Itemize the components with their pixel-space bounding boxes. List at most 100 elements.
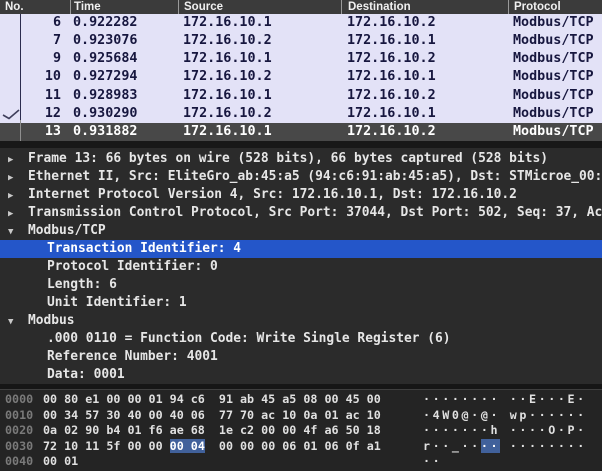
hex-offset: 0000 — [5, 392, 34, 406]
cell-protocol: Modbus/TCP — [513, 69, 594, 85]
detail-text: Transaction Identifier: 4 — [47, 241, 242, 256]
packet-list-header: No. Time Source Destination Protocol — [0, 0, 602, 14]
pane-divider[interactable] — [0, 141, 602, 148]
cell-time: 0.930290 — [73, 105, 138, 121]
cell-destination: 172.16.10.2 — [347, 51, 436, 67]
cell-source: 172.16.10.1 — [183, 123, 272, 139]
detail-text: Length: 6 — [47, 277, 117, 292]
check-mark-icon — [2, 109, 20, 120]
hex-ascii-seg: ·······h ····O·P· — [423, 423, 587, 438]
hex-offset: 0040 — [5, 454, 34, 469]
detail-text: Modbus/TCP — [28, 223, 106, 238]
cell-time: 0.931882 — [73, 123, 138, 139]
packet-row[interactable]: 11 0.928983 172.16.10.1 172.16.10.2 Modbus/T… — [0, 87, 602, 105]
detail-text: Internet Protocol Version 4, Src: 172.16… — [28, 187, 517, 202]
detail-text: Reference Number: 4001 — [47, 349, 218, 364]
hex-row[interactable]: 0040 00 01 ·· — [0, 454, 602, 470]
detail-row[interactable]: Unit Identifier: 1 — [0, 294, 602, 312]
cell-time: 0.928983 — [73, 87, 138, 103]
hex-ascii-seg: ········ — [500, 438, 587, 453]
detail-text: Protocol Identifier: 0 — [47, 259, 218, 274]
cell-time: 0.923076 — [73, 33, 138, 49]
detail-text: Frame 13: 66 bytes on wire (528 bits), 6… — [28, 151, 548, 166]
hex-ascii: ·· — [423, 454, 442, 470]
hex-row[interactable]: 0020 0a 02 90 b4 01 f6 ae 68 1e c2 00 00 … — [0, 423, 602, 439]
hex-row[interactable]: 0000 00 80 e1 00 00 01 94 c6 91 ab 45 a5 … — [0, 392, 602, 408]
detail-row[interactable]: Transaction Identifier: 4 — [0, 240, 602, 258]
cell-destination: 172.16.10.2 — [347, 15, 436, 30]
cell-no: 13 — [44, 123, 61, 139]
expand-collapsed-icon[interactable]: ▶ — [8, 169, 28, 187]
packet-row[interactable]: 9 0.925684 172.16.10.1 172.16.10.2 Modbus/TC… — [0, 50, 602, 68]
cell-time: 0.925684 — [73, 51, 138, 67]
expand-collapsed-icon[interactable]: ▶ — [8, 151, 28, 169]
hex-bytes: 00 80 e1 00 00 01 94 c6 91 ab 45 a5 08 0… — [43, 392, 423, 408]
expand-expanded-icon[interactable]: ▼ — [8, 313, 28, 331]
expand-expanded-icon[interactable]: ▼ — [8, 223, 28, 241]
detail-text: Transmission Control Protocol, Src Port:… — [28, 205, 602, 220]
hex-ascii-seg: r··_·· — [423, 438, 481, 453]
packet-row[interactable]: 13 0.931882 172.16.10.1 172.16.10.2 Modbus/T… — [0, 122, 602, 141]
hex-ascii-selected: ·· — [480, 438, 501, 453]
expand-collapsed-icon[interactable]: ▶ — [8, 187, 28, 205]
cell-destination: 172.16.10.2 — [347, 123, 436, 139]
detail-row[interactable]: Data: 0001 — [0, 366, 602, 384]
detail-text: Data: 0001 — [47, 367, 125, 382]
cell-no: 6 — [52, 15, 61, 30]
hex-bytes-seg: 72 10 11 5f 00 00 — [43, 438, 170, 453]
hex-row[interactable]: 0030 72 10 11 5f 00 00 00 04 00 00 00 06 … — [0, 438, 602, 455]
cell-destination: 172.16.10.1 — [347, 33, 436, 49]
hex-ascii-seg: ·4W0@·@· wp······ — [423, 407, 587, 422]
cell-protocol: Modbus/TCP — [513, 105, 594, 121]
detail-row[interactable]: ▼ Modbus — [0, 312, 602, 330]
packet-row[interactable]: 6 0.922282 172.16.10.1 172.16.10.2 Modbus/TC… — [0, 14, 602, 32]
cell-destination: 172.16.10.2 — [347, 87, 436, 103]
cell-source: 172.16.10.1 — [183, 87, 272, 103]
column-header-no[interactable]: No. — [0, 0, 70, 14]
hex-bytes-seg: 00 00 00 06 01 06 0f a1 — [204, 438, 381, 453]
hex-row[interactable]: 0010 00 34 57 30 40 00 40 06 77 70 ac 10 … — [0, 408, 602, 424]
column-header-destination[interactable]: Destination — [341, 0, 508, 14]
related-packets-line-selected — [19, 120, 21, 141]
cell-no: 10 — [44, 69, 61, 85]
detail-row[interactable]: ▶ Frame 13: 66 bytes on wire (528 bits), … — [0, 150, 602, 168]
hex-ascii: r··_···· ········ — [423, 438, 587, 455]
cell-protocol: Modbus/TCP — [513, 33, 594, 49]
cell-no: 7 — [52, 33, 61, 49]
detail-text: Ethernet II, Src: EliteGro_ab:45:a5 (94:… — [28, 169, 602, 184]
hex-ascii: ·······h ····O·P· — [423, 423, 587, 439]
column-header-protocol[interactable]: Protocol — [508, 0, 602, 14]
packet-list-pane: No. Time Source Destination Protocol 6 0.9222… — [0, 0, 602, 141]
cell-protocol: Modbus/TCP — [513, 51, 594, 67]
packet-row[interactable]: 10 0.927294 172.16.10.2 172.16.10.1 Modbus/T… — [0, 68, 602, 86]
detail-row[interactable]: ▼ Modbus/TCP — [0, 222, 602, 240]
expand-collapsed-icon[interactable]: ▶ — [8, 205, 28, 223]
hex-bytes-selected: 00 04 — [169, 438, 205, 453]
hex-bytes: 0a 02 90 b4 01 f6 ae 68 1e c2 00 00 4f a… — [43, 423, 423, 439]
hex-ascii: ·4W0@·@· wp······ — [423, 408, 587, 424]
hex-bytes-seg: 00 01 — [43, 454, 79, 469]
column-header-source[interactable]: Source — [178, 0, 341, 14]
detail-text: Unit Identifier: 1 — [47, 295, 187, 310]
hex-offset: 0020 — [5, 423, 34, 438]
detail-row[interactable]: ▶ Ethernet II, Src: EliteGro_ab:45:a5 (94… — [0, 168, 602, 186]
detail-row[interactable]: Length: 6 — [0, 276, 602, 294]
detail-row[interactable]: Protocol Identifier: 0 — [0, 258, 602, 276]
hex-ascii: ········ ··E···E· — [423, 392, 587, 408]
packet-row[interactable]: 12 0.930290 172.16.10.2 172.16.10.1 Modbus/T… — [0, 105, 602, 123]
cell-source: 172.16.10.2 — [183, 69, 272, 85]
cell-source: 172.16.10.1 — [183, 51, 272, 67]
hex-offset: 0030 — [5, 438, 34, 453]
column-header-time[interactable]: Time — [70, 0, 178, 14]
packet-list-rows: 6 0.922282 172.16.10.1 172.16.10.2 Modbus/TC… — [0, 14, 602, 141]
hex-ascii-seg: ········ ··E···E· — [423, 392, 587, 406]
detail-row[interactable]: ▶ Transmission Control Protocol, Src Port… — [0, 204, 602, 222]
detail-row[interactable]: ▶ Internet Protocol Version 4, Src: 172.1… — [0, 186, 602, 204]
cell-destination: 172.16.10.1 — [347, 105, 436, 121]
cell-protocol: Modbus/TCP — [513, 123, 594, 139]
packet-row[interactable]: 7 0.923076 172.16.10.2 172.16.10.1 Modbus/TC… — [0, 32, 602, 50]
cell-protocol: Modbus/TCP — [513, 87, 594, 103]
detail-row[interactable]: .000 0110 = Function Code: Write Single … — [0, 330, 602, 348]
detail-row[interactable]: Reference Number: 4001 — [0, 348, 602, 366]
cell-protocol: Modbus/TCP — [513, 15, 594, 30]
